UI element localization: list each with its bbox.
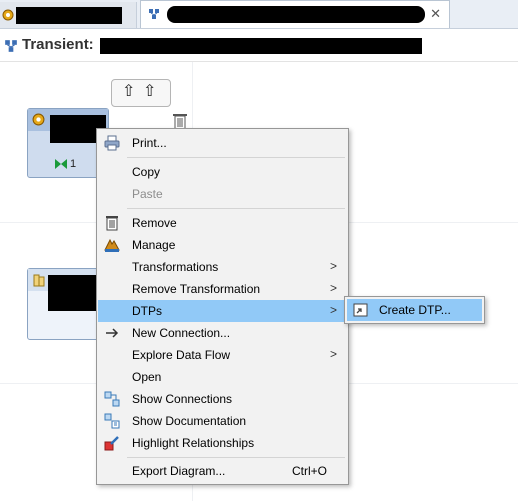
menu-item-label: Transformations: [132, 260, 219, 274]
editor-tab-bar: ✕: [0, 0, 518, 29]
documentation-icon: [104, 413, 120, 429]
chevron-right-icon: >: [329, 259, 337, 273]
menu-item-label: Manage: [132, 238, 176, 252]
expand-collapse-buttons[interactable]: ⇧ ⇧: [111, 79, 171, 107]
menu-separator: [127, 208, 345, 209]
transformation-count: 1: [70, 158, 77, 170]
menu-item-paste: Paste: [98, 183, 347, 205]
menu-item-remove-transformation[interactable]: Remove Transformation >: [98, 278, 347, 300]
redacted-title: [100, 38, 422, 54]
redacted-tab-label: [16, 7, 122, 24]
menu-item-copy[interactable]: Copy: [98, 161, 347, 183]
menu-item-manage[interactable]: Manage: [98, 234, 347, 256]
create-dtp-icon: [353, 303, 368, 317]
chevron-right-icon: >: [329, 303, 337, 317]
menu-item-label: Copy: [132, 165, 161, 179]
menu-item-label: Highlight Relationships: [132, 436, 255, 450]
arrow-right-icon: [106, 328, 119, 338]
redacted-node-label: [48, 275, 98, 311]
menu-item-label: Open: [132, 370, 162, 384]
diagram-icon: [5, 40, 17, 52]
menu-item-dtps[interactable]: DTPs >: [98, 300, 347, 322]
redacted-tab-label: [167, 6, 425, 23]
gear-icon: [32, 113, 45, 126]
tab-2-active[interactable]: ✕: [140, 0, 450, 28]
gear-icon: [2, 9, 14, 21]
menu-item-label: Paste: [132, 187, 163, 201]
print-icon: [104, 135, 120, 151]
datastore-icon: [33, 274, 45, 287]
expand-up-icon[interactable]: ⇧: [122, 83, 135, 101]
transformation-icon: [55, 159, 67, 169]
context-menu: Print... Copy Paste Remove Manage Transf…: [96, 128, 349, 485]
menu-item-remove[interactable]: Remove: [98, 212, 347, 234]
dtp-submenu: Create DTP...: [344, 296, 485, 324]
menu-item-label: Explore Data Flow: [132, 348, 231, 362]
menu-separator: [127, 157, 345, 158]
chevron-right-icon: >: [329, 281, 337, 295]
menu-item-export-diagram[interactable]: Export Diagram... Ctrl+O: [98, 460, 347, 482]
collapse-up-icon[interactable]: ⇧: [143, 83, 156, 101]
menu-item-print[interactable]: Print...: [98, 132, 347, 154]
diagram-icon: [149, 9, 159, 19]
shortcut-label: Ctrl+O: [291, 464, 327, 478]
menu-item-label: DTPs: [132, 304, 162, 318]
menu-item-label: Show Documentation: [132, 414, 247, 428]
menu-item-label: Create DTP...: [379, 303, 451, 317]
menu-item-explore-data-flow[interactable]: Explore Data Flow >: [98, 344, 347, 366]
menu-item-highlight-relationships[interactable]: Highlight Relationships: [98, 432, 347, 454]
menu-item-label: Remove Transformation: [132, 282, 261, 296]
menu-item-create-dtp[interactable]: Create DTP...: [347, 299, 482, 321]
manage-icon: [104, 238, 120, 252]
menu-item-label: Export Diagram...: [132, 464, 226, 478]
connections-icon: [104, 391, 120, 407]
menu-item-show-documentation[interactable]: Show Documentation: [98, 410, 347, 432]
menu-item-label: Remove: [132, 216, 177, 230]
menu-item-label: Show Connections: [132, 392, 233, 406]
menu-item-transformations[interactable]: Transformations >: [98, 256, 347, 278]
highlight-icon: [104, 436, 119, 451]
editor-header: Transient:: [0, 29, 518, 62]
menu-item-label: New Connection...: [132, 326, 231, 340]
menu-item-label: Print...: [132, 136, 167, 150]
menu-item-new-connection[interactable]: New Connection...: [98, 322, 347, 344]
trash-icon: [106, 216, 118, 231]
chevron-right-icon: >: [329, 347, 337, 361]
close-icon[interactable]: ✕: [430, 7, 441, 21]
menu-separator: [127, 457, 345, 458]
page-title: Transient:: [22, 36, 94, 53]
menu-item-show-connections[interactable]: Show Connections: [98, 388, 347, 410]
tab-1[interactable]: [0, 2, 137, 28]
diagram-node-target[interactable]: [27, 268, 101, 340]
menu-item-open[interactable]: Open: [98, 366, 347, 388]
